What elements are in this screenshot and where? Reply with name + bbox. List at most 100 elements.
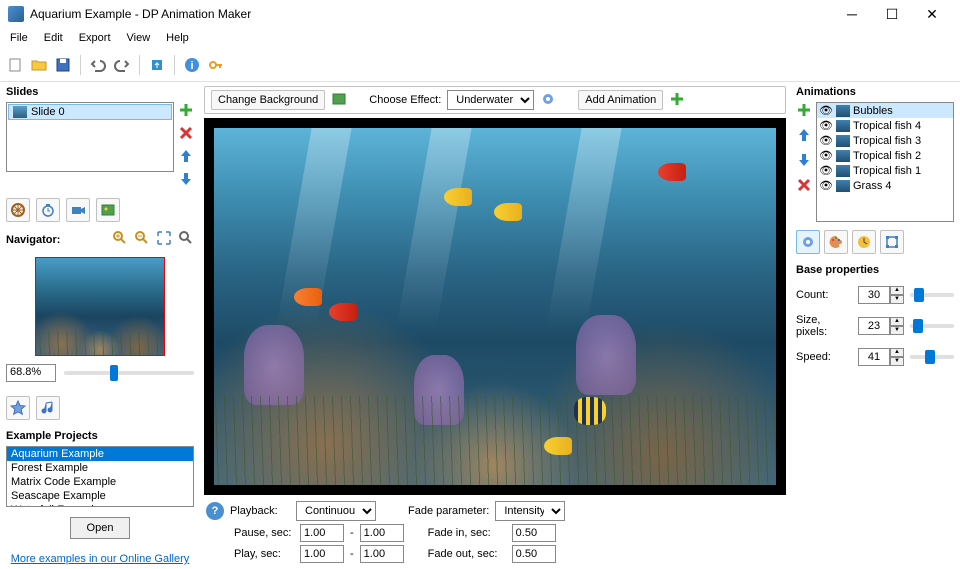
redo-button[interactable] [111, 54, 133, 76]
open-button[interactable] [28, 54, 50, 76]
play-min-input[interactable] [300, 545, 344, 563]
move-slide-down-button[interactable] [178, 171, 194, 190]
example-item[interactable]: Aquarium Example [7, 447, 193, 461]
animation-item[interactable]: 👁Tropical fish 2 [817, 148, 953, 163]
anim-thumb-icon [836, 180, 850, 192]
move-anim-up-button[interactable] [796, 127, 812, 146]
choose-effect-label: Choose Effect: [369, 94, 441, 106]
zoom-out-icon[interactable] [134, 230, 150, 249]
playback-label: Playback: [230, 505, 290, 517]
add-animation-button-side[interactable] [796, 102, 812, 121]
fade-in-label: Fade in, sec: [428, 527, 506, 539]
navigator-preview[interactable] [35, 257, 165, 356]
animation-item[interactable]: 👁Tropical fish 1 [817, 163, 953, 178]
pause-max-input[interactable] [360, 524, 404, 542]
eye-icon[interactable]: 👁 [819, 179, 833, 192]
eye-icon[interactable]: 👁 [819, 149, 833, 162]
palette-tab-icon[interactable] [824, 230, 848, 254]
add-animation-button[interactable]: Add Animation [578, 90, 663, 110]
timer-icon[interactable] [36, 198, 60, 222]
play-max-input[interactable] [360, 545, 404, 563]
fade-param-select[interactable]: Intensity [495, 501, 565, 521]
playback-mode-select[interactable]: Continuous [296, 501, 376, 521]
fade-out-label: Fade out, sec: [428, 548, 506, 560]
change-bg-icon[interactable] [331, 91, 347, 110]
close-button[interactable]: ✕ [912, 0, 952, 28]
eye-icon[interactable]: 👁 [819, 164, 833, 177]
zoom-slider[interactable] [64, 371, 194, 375]
export-button[interactable] [146, 54, 168, 76]
add-animation-icon[interactable] [669, 91, 685, 110]
music-icon[interactable] [36, 396, 60, 420]
save-button[interactable] [52, 54, 74, 76]
size-slider[interactable] [910, 324, 954, 328]
move-anim-down-button[interactable] [796, 152, 812, 171]
wheel-icon[interactable] [6, 198, 30, 222]
open-example-button[interactable]: Open [70, 517, 130, 539]
anim-thumb-icon [836, 135, 850, 147]
size-label: Size, pixels: [796, 314, 852, 338]
speed-spinner[interactable]: ▲▼ [858, 348, 904, 366]
gear-tab-icon[interactable] [796, 230, 820, 254]
anim-thumb-icon [836, 105, 850, 117]
animation-item[interactable]: 👁Tropical fish 3 [817, 133, 953, 148]
delete-anim-button[interactable] [796, 177, 812, 196]
slide-item[interactable]: Slide 0 [8, 104, 172, 120]
picture-icon[interactable] [96, 198, 120, 222]
effect-select[interactable]: Underwater [447, 90, 534, 110]
clock-tab-icon[interactable] [852, 230, 876, 254]
eye-icon[interactable]: 👁 [819, 104, 833, 117]
new-button[interactable] [4, 54, 26, 76]
menu-help[interactable]: Help [160, 30, 195, 46]
canvas[interactable] [204, 118, 786, 495]
change-background-button[interactable]: Change Background [211, 90, 325, 110]
example-item[interactable]: Waterfall Example [7, 503, 193, 507]
base-properties-title: Base properties [796, 264, 954, 276]
minimize-button[interactable]: ─ [832, 0, 872, 28]
svg-text:i: i [190, 60, 193, 72]
count-slider[interactable] [910, 293, 954, 297]
maximize-button[interactable]: ☐ [872, 0, 912, 28]
example-item[interactable]: Forest Example [7, 461, 193, 475]
menu-edit[interactable]: Edit [38, 30, 69, 46]
move-slide-up-button[interactable] [178, 148, 194, 167]
menubar: File Edit Export View Help [0, 28, 960, 48]
effect-settings-icon[interactable] [540, 91, 556, 110]
animations-list[interactable]: 👁Bubbles 👁Tropical fish 4 👁Tropical fish… [816, 102, 954, 222]
info-button[interactable]: i [181, 54, 203, 76]
gallery-link[interactable]: More examples in our Online Gallery [6, 553, 194, 565]
animation-item[interactable]: 👁Bubbles [817, 103, 953, 118]
zoom-in-icon[interactable] [112, 230, 128, 249]
playback-controls: ? Playback: Continuous Fade parameter: I… [204, 499, 786, 565]
menu-file[interactable]: File [4, 30, 34, 46]
eye-icon[interactable]: 👁 [819, 134, 833, 147]
animation-item[interactable]: 👁Grass 4 [817, 178, 953, 193]
example-item[interactable]: Seascape Example [7, 489, 193, 503]
animation-item[interactable]: 👁Tropical fish 4 [817, 118, 953, 133]
menu-export[interactable]: Export [73, 30, 117, 46]
examples-list[interactable]: Aquarium Example Forest Example Matrix C… [6, 446, 194, 507]
zoom-value[interactable]: 68.8% [6, 364, 56, 382]
menu-view[interactable]: View [121, 30, 157, 46]
fit-icon[interactable] [156, 230, 172, 249]
camera-icon[interactable] [66, 198, 90, 222]
count-spinner[interactable]: ▲▼ [858, 286, 904, 304]
add-slide-button[interactable] [178, 102, 194, 121]
eye-icon[interactable]: 👁 [819, 119, 833, 132]
undo-button[interactable] [87, 54, 109, 76]
example-item[interactable]: Matrix Code Example [7, 475, 193, 489]
delete-slide-button[interactable] [178, 125, 194, 144]
help-icon[interactable]: ? [206, 502, 224, 520]
key-button[interactable] [205, 54, 227, 76]
bounds-tab-icon[interactable] [880, 230, 904, 254]
fade-in-input[interactable] [512, 524, 556, 542]
slides-list[interactable]: Slide 0 [6, 102, 174, 172]
speed-slider[interactable] [910, 355, 954, 359]
pause-min-input[interactable] [300, 524, 344, 542]
zoom-100-icon[interactable] [178, 230, 194, 249]
fade-out-input[interactable] [512, 545, 556, 563]
size-spinner[interactable]: ▲▼ [858, 317, 904, 335]
right-panel: Animations 👁Bubbles 👁Tropical fish 4 👁Tr… [790, 82, 960, 569]
slides-title: Slides [6, 86, 194, 98]
star-icon[interactable] [6, 396, 30, 420]
